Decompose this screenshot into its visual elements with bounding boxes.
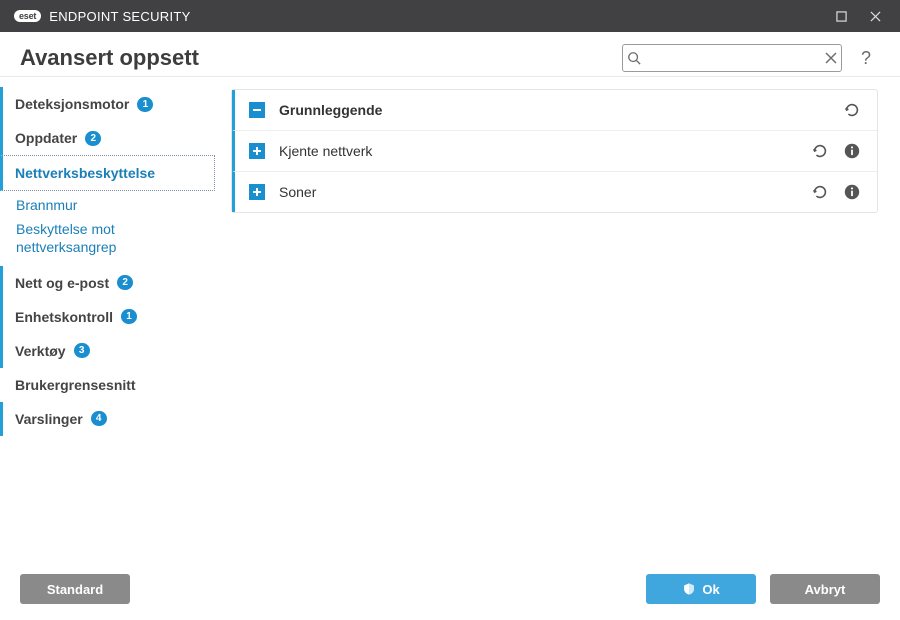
titlebar: eset ENDPOINT SECURITY — [0, 0, 900, 32]
count-badge: 1 — [137, 97, 153, 112]
sidebar-item-enhetskontroll[interactable]: Enhetskontroll 1 — [0, 300, 215, 334]
revert-icon[interactable] — [811, 183, 829, 201]
header-row: Avansert oppsett ? — [0, 32, 900, 77]
info-icon[interactable] — [843, 142, 861, 160]
count-badge: 1 — [121, 309, 137, 324]
brand-name: ENDPOINT SECURITY — [49, 9, 190, 24]
section-label: Kjente nettverk — [279, 143, 811, 159]
sidebar-item-nett-epost[interactable]: Nett og e-post 2 — [0, 266, 215, 300]
collapse-icon[interactable] — [249, 102, 265, 118]
section-label: Grunnleggende — [279, 102, 843, 118]
brand-pill: eset — [14, 10, 41, 22]
button-label: Avbryt — [805, 582, 846, 597]
sidebar-item-label: Oppdater — [15, 130, 77, 146]
window-maximize-button[interactable] — [824, 0, 858, 32]
content-pane: Grunnleggende Kjente nettverk — [215, 77, 900, 558]
help-button[interactable]: ? — [852, 44, 880, 72]
sidebar-item-nettverksbeskyttelse[interactable]: Nettverksbeskyttelse — [0, 155, 215, 191]
sidebar: Deteksjonsmotor 1 Oppdater 2 Nettverksbe… — [0, 77, 215, 558]
page-title: Avansert oppsett — [20, 45, 622, 71]
expand-icon[interactable] — [249, 184, 265, 200]
sidebar-item-label: Nettverksbeskyttelse — [15, 165, 155, 181]
default-button[interactable]: Standard — [20, 574, 130, 604]
section-soner[interactable]: Soner — [232, 172, 877, 212]
sidebar-subitem-beskyttelse-nettverksangrep[interactable]: Beskyttelse mot nettverksangrep — [0, 217, 215, 259]
sidebar-item-oppdater[interactable]: Oppdater 2 — [0, 121, 215, 155]
sidebar-subitem-brannmur[interactable]: Brannmur — [0, 193, 215, 217]
section-kjente-nettverk[interactable]: Kjente nettverk — [232, 131, 877, 172]
search-clear-button[interactable] — [820, 52, 841, 64]
sidebar-item-brukergrensesnitt[interactable]: Brukergrensesnitt — [0, 368, 215, 402]
section-label: Soner — [279, 184, 811, 200]
sidebar-item-label: Nett og e-post — [15, 275, 109, 291]
section-list: Grunnleggende Kjente nettverk — [231, 89, 878, 213]
sidebar-item-label: Varslinger — [15, 411, 83, 427]
sidebar-item-label: Brukergrensesnitt — [15, 377, 136, 393]
search-box[interactable] — [622, 44, 842, 72]
sidebar-item-deteksjonsmotor[interactable]: Deteksjonsmotor 1 — [0, 87, 215, 121]
revert-icon[interactable] — [811, 142, 829, 160]
sidebar-item-label: Enhetskontroll — [15, 309, 113, 325]
ok-button[interactable]: Ok — [646, 574, 756, 604]
shield-icon — [682, 582, 696, 596]
sidebar-item-label: Verktøy — [15, 343, 66, 359]
sidebar-item-label: Deteksjonsmotor — [15, 96, 129, 112]
section-grunnleggende[interactable]: Grunnleggende — [232, 90, 877, 131]
window-close-button[interactable] — [858, 0, 892, 32]
count-badge: 3 — [74, 343, 90, 358]
revert-icon[interactable] — [843, 101, 861, 119]
search-icon — [623, 51, 644, 65]
count-badge: 2 — [117, 275, 133, 290]
info-icon[interactable] — [843, 183, 861, 201]
count-badge: 4 — [91, 411, 107, 426]
brand-logo: eset — [14, 10, 41, 22]
search-input[interactable] — [644, 51, 820, 66]
sidebar-item-varslinger[interactable]: Varslinger 4 — [0, 402, 215, 436]
count-badge: 2 — [85, 131, 101, 146]
footer: Standard Ok Avbryt — [0, 558, 900, 620]
button-label: Standard — [47, 582, 103, 597]
sidebar-item-verktoy[interactable]: Verktøy 3 — [0, 334, 215, 368]
button-label: Ok — [702, 582, 719, 597]
expand-icon[interactable] — [249, 143, 265, 159]
cancel-button[interactable]: Avbryt — [770, 574, 880, 604]
